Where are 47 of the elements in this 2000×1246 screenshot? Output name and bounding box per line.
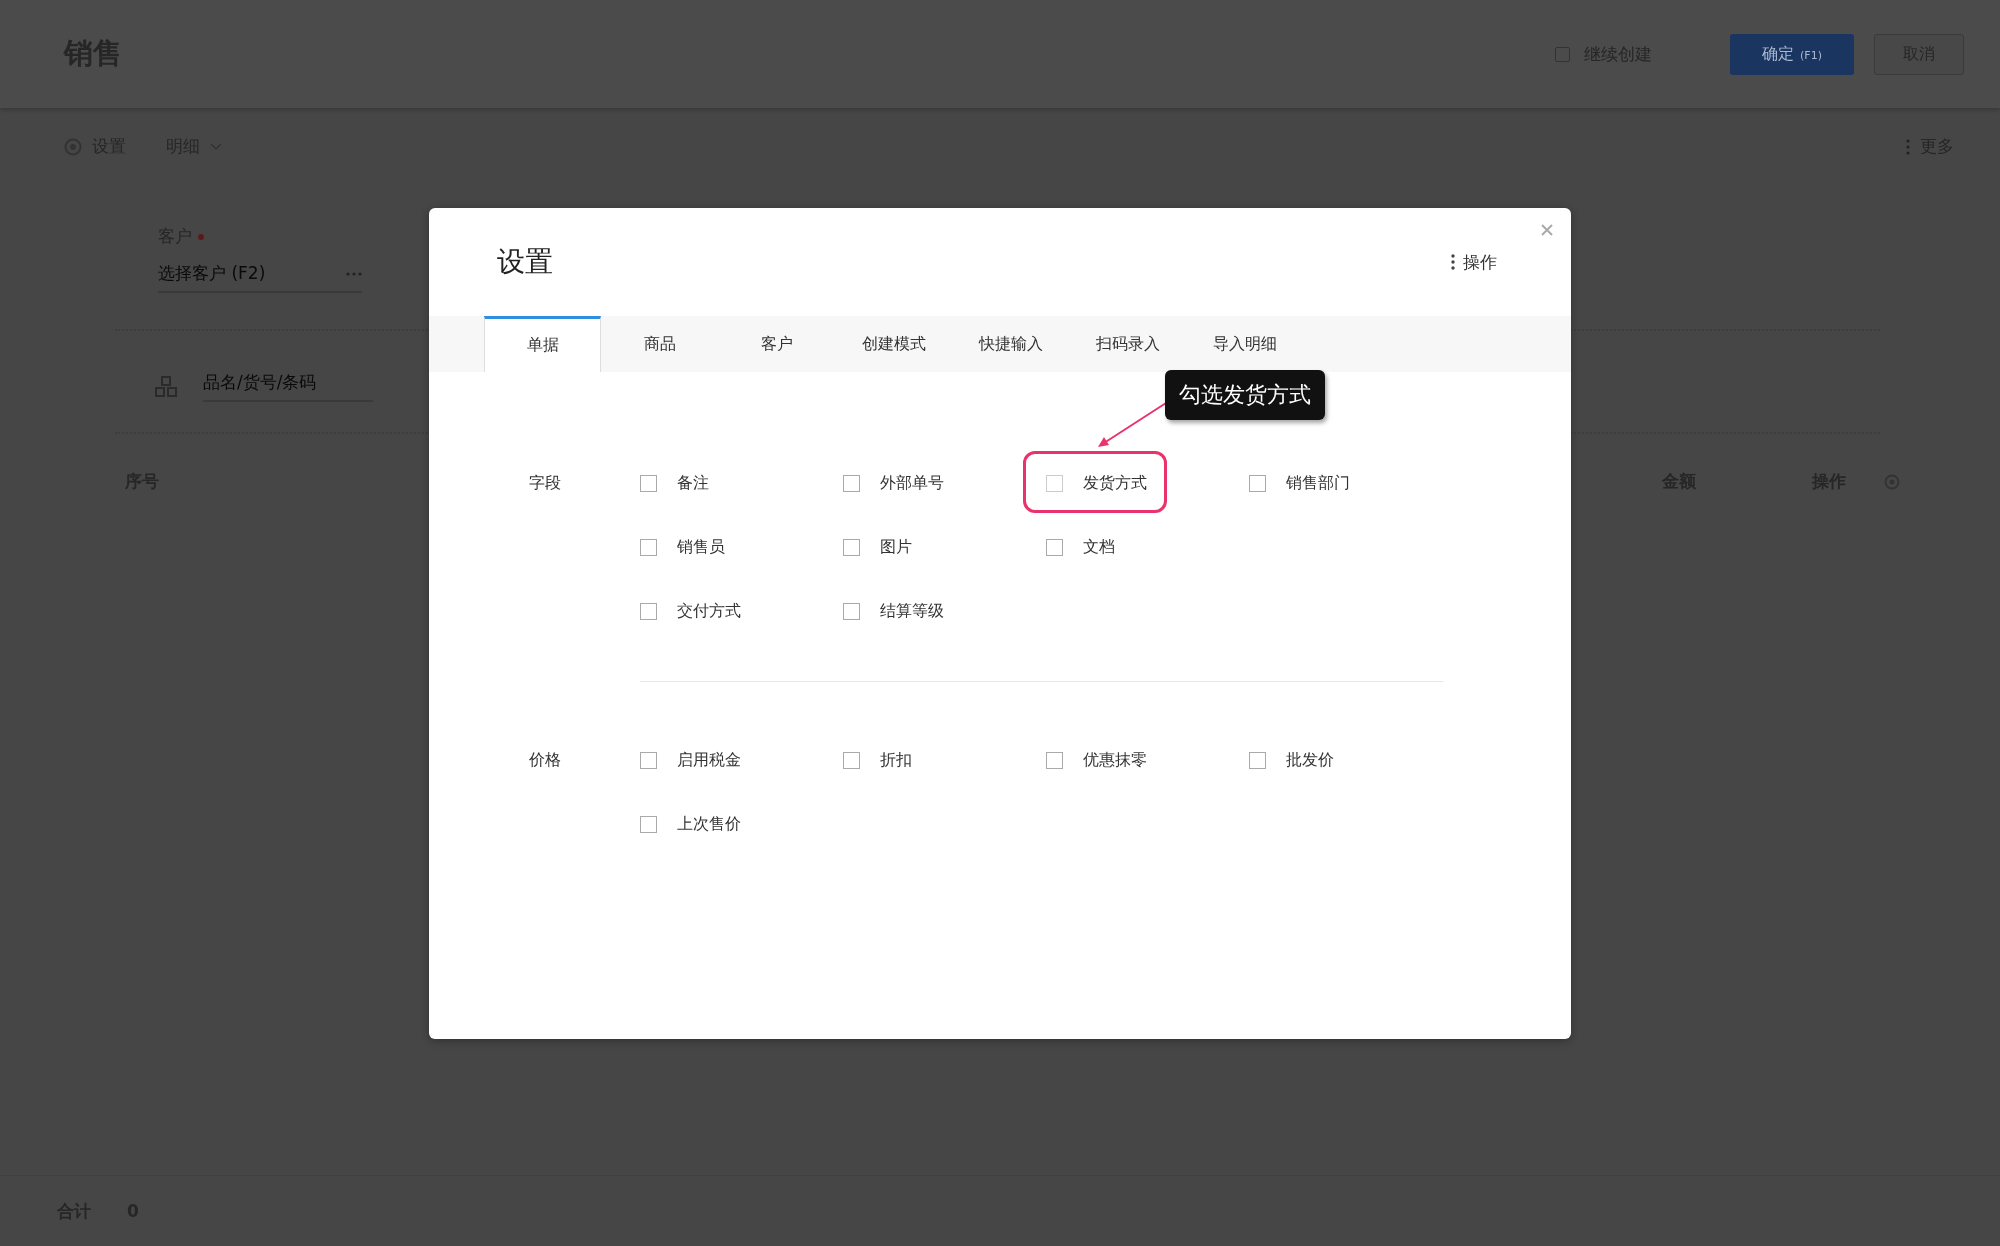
close-icon[interactable]	[1541, 224, 1553, 236]
checkbox[interactable]	[640, 475, 657, 492]
confirm-button[interactable]: 确定 (F1)	[1730, 33, 1854, 75]
checkbox[interactable]	[640, 539, 657, 556]
checkbox-label: 优惠抹零	[1083, 750, 1147, 771]
checkbox-label: 折扣	[880, 750, 912, 771]
tab[interactable]: 导入明细	[1186, 316, 1303, 372]
product-icon	[155, 375, 177, 398]
checkbox-label: 启用税金	[677, 750, 741, 771]
checkbox[interactable]	[1249, 475, 1266, 492]
checkbox-label: 文档	[1083, 537, 1115, 558]
tab[interactable]: 扫码录入	[1069, 316, 1186, 372]
checkbox[interactable]	[1046, 539, 1063, 556]
leader-arrow	[1096, 401, 1168, 449]
callout-tooltip: 勾选发货方式	[1165, 370, 1325, 420]
checkbox-label: 图片	[880, 537, 912, 558]
tab[interactable]: 创建模式	[835, 316, 952, 372]
tab[interactable]: 快捷输入	[952, 316, 1069, 372]
checkbox[interactable]	[1046, 752, 1063, 769]
section-label: 价格	[529, 750, 561, 769]
section-label: 字段	[529, 473, 561, 492]
more-icon[interactable]	[1451, 254, 1455, 270]
tab[interactable]: 商品	[601, 316, 718, 372]
checkbox[interactable]	[1249, 752, 1266, 769]
ellipsis-icon[interactable]	[346, 271, 362, 276]
checkbox-label: 销售部门	[1286, 473, 1350, 494]
checkbox[interactable]	[843, 752, 860, 769]
checkbox-label: 交付方式	[677, 601, 741, 622]
checkbox-label: 备注	[677, 473, 709, 494]
dialog-title: 设置	[497, 244, 554, 280]
checkbox[interactable]	[843, 539, 860, 556]
checkbox-label: 批发价	[1286, 750, 1334, 771]
tab[interactable]: 客户	[718, 316, 835, 372]
checkbox[interactable]	[1555, 46, 1570, 62]
checkbox[interactable]	[843, 603, 860, 620]
actions-menu[interactable]: 操作	[1463, 250, 1497, 274]
checkbox[interactable]	[640, 752, 657, 769]
checkbox-label: 上次售价	[677, 814, 741, 835]
required-dot	[198, 233, 204, 240]
tab[interactable]: 单据	[484, 316, 601, 372]
checkbox[interactable]	[640, 816, 657, 833]
checkbox-label: 结算等级	[880, 601, 944, 622]
checkbox[interactable]	[640, 603, 657, 620]
checkbox-label: 外部单号	[880, 473, 944, 494]
checkbox-label: 销售员	[677, 537, 725, 558]
checkbox[interactable]	[843, 475, 860, 492]
checkbox-label: 发货方式	[1083, 473, 1147, 494]
